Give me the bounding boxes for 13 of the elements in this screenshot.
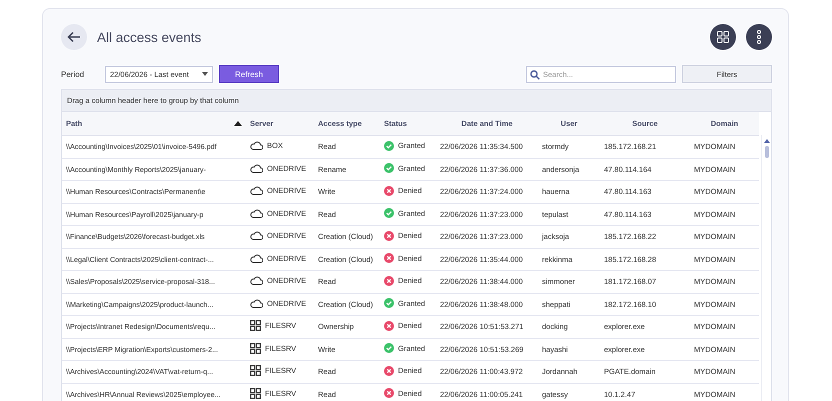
more-button[interactable] — [746, 24, 772, 50]
back-arrow-icon — [67, 31, 81, 43]
page-title: All access events — [97, 30, 202, 44]
scroll-thumb[interactable] — [764, 146, 768, 158]
refresh-button[interactable]: Refresh — [219, 65, 279, 83]
back-button[interactable] — [61, 24, 87, 50]
period-label: Period — [61, 70, 86, 78]
grid-view-button[interactable] — [710, 24, 736, 50]
scroll-up-icon — [764, 139, 770, 143]
grid-icon — [717, 31, 729, 43]
search-icon — [530, 70, 540, 80]
more-vertical-icon — [756, 30, 762, 44]
caret-icon — [202, 72, 208, 76]
